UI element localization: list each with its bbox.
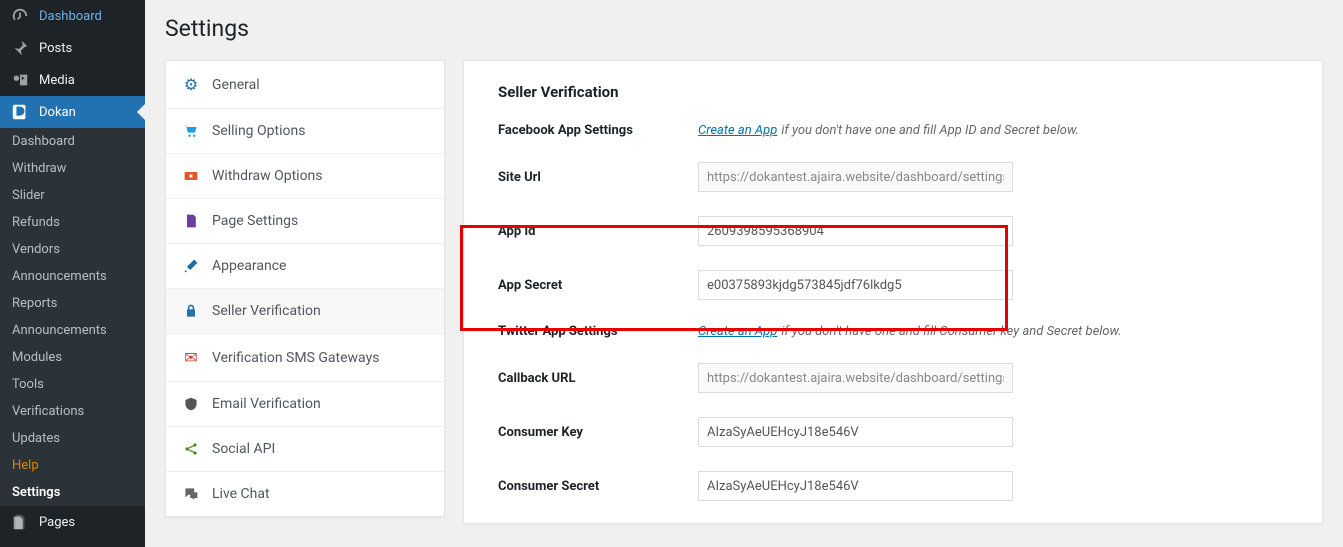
media-icon <box>10 71 30 89</box>
tab-email[interactable]: Email Verification <box>166 382 444 427</box>
menu-label: Dashboard <box>39 9 102 24</box>
submenu-announcements-2[interactable]: Announcements <box>0 317 145 344</box>
tab-label: General <box>212 77 260 93</box>
submenu-tools[interactable]: Tools <box>0 371 145 398</box>
submenu-slider[interactable]: Slider <box>0 182 145 209</box>
menu-media[interactable]: Media <box>0 64 145 96</box>
label-consumer-key: Consumer Key <box>498 425 698 440</box>
submenu-refunds[interactable]: Refunds <box>0 209 145 236</box>
page-icon <box>182 213 200 229</box>
settings-panel: Seller Verification Facebook App Setting… <box>463 60 1323 524</box>
label-callback: Callback URL <box>498 371 698 386</box>
pin-icon <box>10 39 30 57</box>
label-app-secret: App Secret <box>498 278 698 293</box>
input-site-url <box>698 162 1013 192</box>
submenu-help[interactable]: Help <box>0 452 145 479</box>
chat-icon <box>182 486 200 502</box>
tab-pages[interactable]: Page Settings <box>166 199 444 244</box>
brush-icon <box>182 258 200 274</box>
row-app-secret: App Secret <box>498 270 1288 300</box>
menu-label: Posts <box>39 41 72 56</box>
tab-label: Email Verification <box>212 396 321 412</box>
menu-posts[interactable]: Posts <box>0 32 145 64</box>
settings-tabs: ⚙ General Selling Options Withdraw Optio… <box>165 60 445 517</box>
menu-pages[interactable]: Pages <box>0 506 145 538</box>
label-facebook: Facebook App Settings <box>498 123 698 138</box>
tab-chat[interactable]: Live Chat <box>166 472 444 516</box>
pages-icon <box>10 513 30 531</box>
menu-label: Media <box>39 73 75 88</box>
row-callback: Callback URL <box>498 363 1288 393</box>
tab-label: Seller Verification <box>212 303 321 319</box>
label-site-url: Site Url <box>498 170 698 185</box>
hint-twitter: if you don't have one and fill Consumer … <box>781 324 1121 339</box>
submenu-vendors[interactable]: Vendors <box>0 236 145 263</box>
input-consumer-secret[interactable] <box>698 471 1013 501</box>
row-consumer-key: Consumer Key <box>498 417 1288 447</box>
submenu-dashboard[interactable]: Dashboard <box>0 128 145 155</box>
submenu-announcements[interactable]: Announcements <box>0 263 145 290</box>
lock-icon <box>182 303 200 319</box>
row-site-url: Site Url <box>498 162 1288 192</box>
tab-social[interactable]: Social API <box>166 427 444 472</box>
label-twitter: Twitter App Settings <box>498 324 698 339</box>
panel-heading: Seller Verification <box>498 83 1288 101</box>
tab-label: Withdraw Options <box>212 168 323 184</box>
tab-label: Selling Options <box>212 123 305 139</box>
menu-label: Dokan <box>39 105 76 120</box>
label-app-id: App Id <box>498 224 698 239</box>
row-twitter-heading: Twitter App Settings Create an App if yo… <box>498 324 1288 339</box>
shield-icon <box>182 396 200 412</box>
menu-dokan[interactable]: Dokan <box>0 96 145 128</box>
gear-icon: ⚙ <box>182 75 200 94</box>
tab-seller-verification[interactable]: Seller Verification <box>166 289 444 334</box>
dokan-submenu: Dashboard Withdraw Slider Refunds Vendor… <box>0 128 145 506</box>
submenu-settings[interactable]: Settings <box>0 479 145 506</box>
tab-label: Page Settings <box>212 213 298 229</box>
submenu-withdraw[interactable]: Withdraw <box>0 155 145 182</box>
dokan-icon <box>10 103 30 121</box>
submenu-updates[interactable]: Updates <box>0 425 145 452</box>
main-content: Settings ⚙ General Selling Options <box>145 0 1343 547</box>
link-create-fb-app[interactable]: Create an App <box>698 123 777 138</box>
tab-withdraw[interactable]: Withdraw Options <box>166 154 444 199</box>
row-consumer-secret: Consumer Secret <box>498 471 1288 501</box>
row-app-id: App Id <box>498 216 1288 246</box>
admin-sidebar: Dashboard Posts Media Dokan Dashboard Wi… <box>0 0 145 547</box>
tab-label: Appearance <box>212 258 286 274</box>
hint-facebook: if you don't have one and fill App ID an… <box>781 123 1079 138</box>
submenu-reports[interactable]: Reports <box>0 290 145 317</box>
tab-appearance[interactable]: Appearance <box>166 244 444 289</box>
page-title: Settings <box>165 0 1323 60</box>
tab-label: Social API <box>212 441 275 457</box>
input-app-secret[interactable] <box>698 270 1013 300</box>
cart-icon <box>182 123 200 139</box>
input-consumer-key[interactable] <box>698 417 1013 447</box>
tab-general[interactable]: ⚙ General <box>166 61 444 109</box>
menu-label: Pages <box>39 515 75 530</box>
label-consumer-secret: Consumer Secret <box>498 479 698 494</box>
row-facebook-heading: Facebook App Settings Create an App if y… <box>498 123 1288 138</box>
menu-dashboard[interactable]: Dashboard <box>0 0 145 32</box>
link-create-tw-app[interactable]: Create an App <box>698 324 777 339</box>
input-callback <box>698 363 1013 393</box>
share-icon <box>182 441 200 457</box>
input-app-id[interactable] <box>698 216 1013 246</box>
submenu-verifications[interactable]: Verifications <box>0 398 145 425</box>
withdraw-icon <box>182 168 200 184</box>
envelope-icon: ✉ <box>182 348 200 367</box>
tab-sms[interactable]: ✉ Verification SMS Gateways <box>166 334 444 382</box>
tab-label: Live Chat <box>212 486 270 502</box>
submenu-modules[interactable]: Modules <box>0 344 145 371</box>
tab-label: Verification SMS Gateways <box>212 350 379 366</box>
tab-selling[interactable]: Selling Options <box>166 109 444 154</box>
gauge-icon <box>10 7 30 25</box>
